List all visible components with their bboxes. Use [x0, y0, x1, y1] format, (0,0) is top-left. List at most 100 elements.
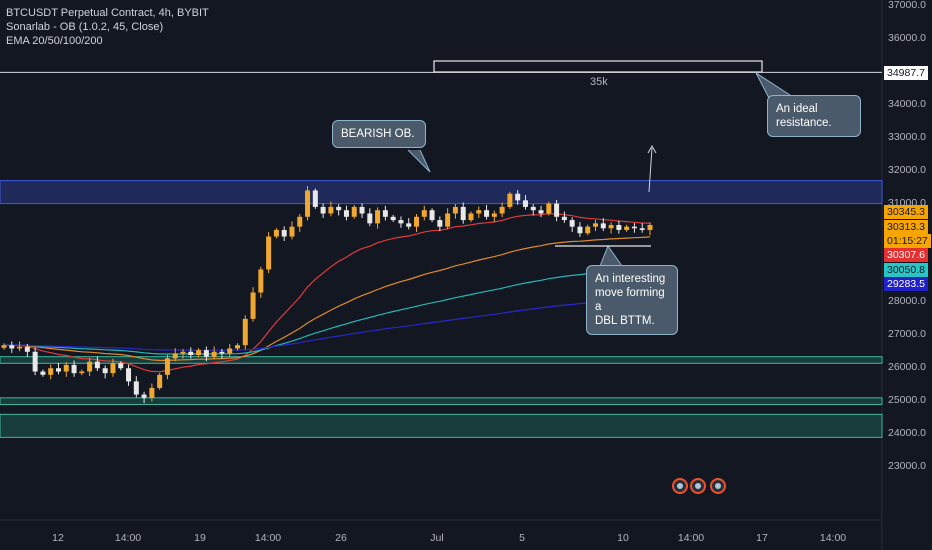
- event-icon: [672, 478, 688, 494]
- bullish-ob-zone: [0, 413, 883, 438]
- x-tick-label: 26: [335, 532, 347, 544]
- candle-body: [600, 223, 606, 229]
- candle-body: [382, 210, 388, 217]
- candle-body: [406, 223, 412, 227]
- x-tick-label: Jul: [430, 532, 444, 544]
- candle-body: [367, 213, 373, 224]
- candle-body: [452, 206, 458, 214]
- candle-body: [126, 368, 132, 382]
- candle-body: [258, 269, 264, 293]
- y-tick-label: 24000.0: [888, 427, 926, 440]
- candle-body: [281, 229, 287, 237]
- candle-body: [79, 371, 85, 374]
- event-icon: [690, 478, 706, 494]
- bullish-ob-zone: [0, 397, 883, 405]
- y-tick-label: 37000.0: [888, 0, 926, 12]
- candle-body: [515, 193, 521, 201]
- grid: [0, 0, 883, 550]
- candle-body: [522, 200, 528, 207]
- level-label-35k: 35k: [590, 76, 608, 88]
- callout-bearish-ob[interactable]: BEARISH OB.: [332, 120, 426, 148]
- candle-body: [554, 203, 560, 217]
- price-tag-ema50: 30313.3: [884, 220, 928, 234]
- candle-body: [250, 292, 256, 319]
- candle-body: [437, 220, 443, 227]
- y-tick-label: 36000.0: [888, 32, 926, 44]
- candle-body: [71, 364, 77, 374]
- candle-body: [328, 206, 334, 214]
- event-icon: [710, 478, 726, 494]
- candle-body: [359, 206, 365, 214]
- candle-body: [48, 368, 54, 375]
- candle-body: [631, 226, 637, 229]
- callout-dbl-bttm[interactable]: An interesting move forming a DBL BTTM.: [586, 265, 678, 335]
- ema-200-line: [4, 296, 651, 351]
- candle-body: [398, 220, 404, 224]
- x-tick-label: 14:00: [254, 532, 282, 544]
- y-tick-label: 26000.0: [888, 361, 926, 374]
- candle-body: [297, 216, 303, 227]
- candle-body: [63, 364, 69, 372]
- price-tag-resistance: 34987.7: [884, 66, 928, 80]
- y-tick-label: 27000.0: [888, 328, 926, 341]
- candle-body: [87, 361, 93, 372]
- candle-body: [305, 190, 311, 217]
- candle-body: [17, 346, 23, 349]
- candle-body: [538, 210, 544, 214]
- chart-legend: BTCUSDT Perpetual Contract, 4h, BYBIT So…: [6, 6, 209, 48]
- candle-body: [94, 361, 100, 369]
- callout-ideal-resistance[interactable]: An ideal resistance.: [767, 95, 861, 137]
- price-tag-countdown: 01:15:27: [884, 234, 931, 248]
- candle-body: [164, 358, 170, 375]
- candle-body: [546, 203, 552, 214]
- candle-body: [55, 368, 61, 372]
- x-tick-label: 14:00: [114, 532, 142, 544]
- bullish-ob-zone: [0, 356, 883, 364]
- price-tag-ema100: 30050.8: [884, 263, 928, 277]
- event-icon-dot: [715, 483, 721, 489]
- candle-body: [616, 225, 622, 230]
- candle-body: [561, 216, 567, 221]
- candle-body: [421, 210, 427, 217]
- x-tick-label: 14:00: [819, 532, 847, 544]
- ema-lines: [3, 213, 651, 373]
- candle-body: [530, 206, 536, 211]
- candle-body: [180, 351, 186, 354]
- candle-body: [234, 345, 240, 349]
- candle-body: [242, 318, 248, 346]
- y-tick-label: 34000.0: [888, 97, 926, 110]
- candle-body: [351, 206, 357, 217]
- callout-pointer-bearish: [407, 149, 431, 173]
- candle-body: [32, 351, 38, 372]
- candle-body: [476, 210, 482, 214]
- candle-body: [491, 213, 497, 217]
- candle-body: [569, 220, 575, 227]
- y-tick-label: 28000.0: [888, 295, 926, 308]
- event-icon-dot: [677, 483, 683, 489]
- candle-body: [9, 345, 15, 349]
- candle-body: [211, 351, 217, 357]
- legend-symbol[interactable]: BTCUSDT Perpetual Contract, 4h, BYBIT: [6, 6, 209, 20]
- price-tag-ema200: 29283.5: [884, 277, 928, 291]
- legend-indicator-ob[interactable]: Sonarlab - OB (1.0.2, 45, Close): [6, 20, 209, 34]
- candle-body: [608, 225, 614, 229]
- candle-body: [24, 346, 30, 352]
- candle-body: [141, 394, 147, 398]
- candle-body: [336, 206, 342, 211]
- x-tick-label: 17: [756, 532, 768, 544]
- candle-body: [343, 210, 349, 217]
- candle-body: [110, 363, 116, 374]
- chart-canvas[interactable]: [0, 0, 932, 550]
- y-tick-label: 33000.0: [888, 130, 926, 143]
- candle-body: [390, 216, 396, 221]
- candles: [1, 186, 653, 404]
- candle-body: [157, 374, 163, 388]
- candle-body: [219, 351, 225, 354]
- legend-indicator-ema[interactable]: EMA 20/50/100/200: [6, 34, 209, 48]
- order-block-zones: [0, 180, 883, 438]
- candle-body: [484, 210, 490, 217]
- candle-body: [577, 226, 583, 234]
- candle-body: [414, 216, 420, 227]
- price-tag-last: 30345.3: [884, 205, 928, 219]
- candle-body: [585, 226, 591, 234]
